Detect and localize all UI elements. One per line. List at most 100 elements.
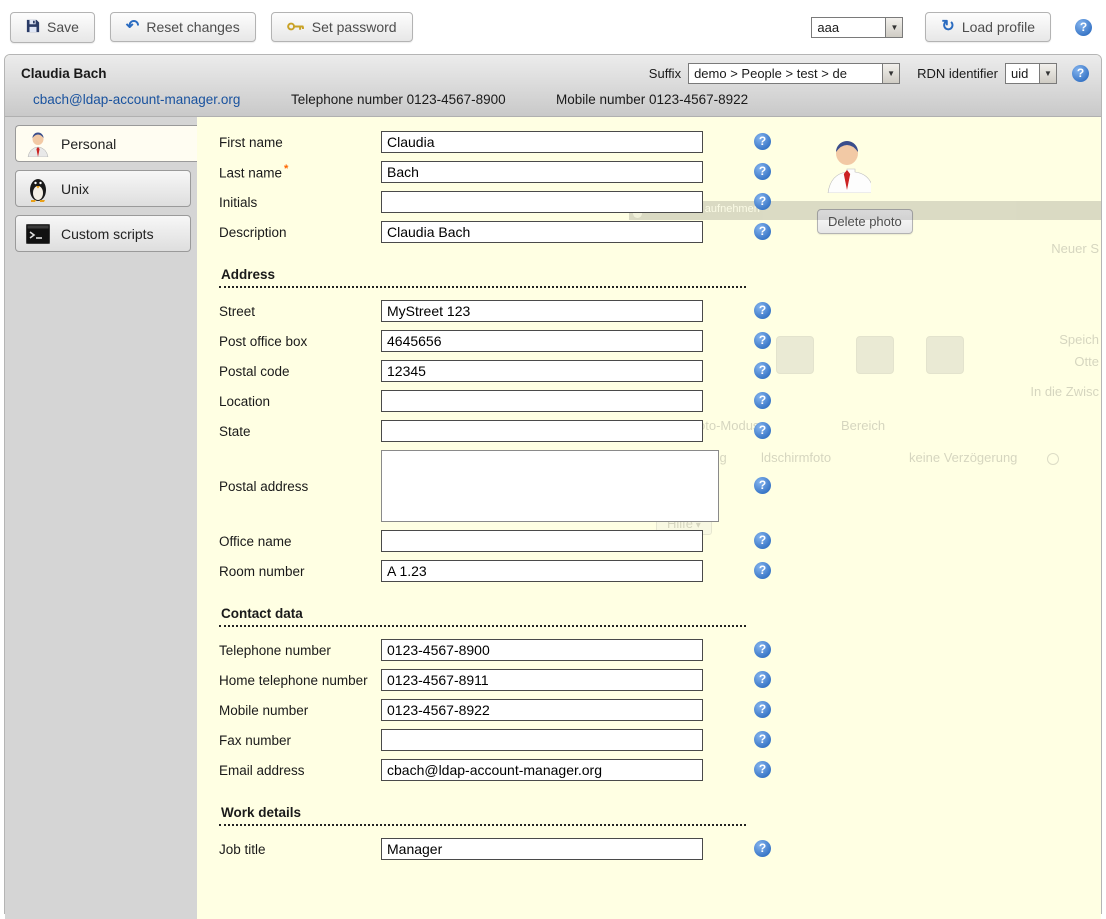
mobile-number-input[interactable] <box>381 699 703 721</box>
chevron-down-icon: ▼ <box>1039 64 1056 83</box>
help-icon[interactable] <box>754 422 771 439</box>
description-input[interactable] <box>381 221 703 243</box>
suffix-label: Suffix <box>649 66 681 81</box>
penguin-icon <box>25 176 51 202</box>
save-icon <box>26 19 40 36</box>
room-number-input[interactable] <box>381 560 703 582</box>
set-password-label: Set password <box>312 19 397 35</box>
help-icon[interactable] <box>754 477 771 494</box>
help-icon[interactable] <box>1072 65 1089 82</box>
help-icon[interactable] <box>754 761 771 778</box>
fax-number-input[interactable] <box>381 729 703 751</box>
help-icon[interactable] <box>754 163 771 180</box>
tab-personal[interactable]: Personal <box>15 125 197 162</box>
office-name-input[interactable] <box>381 530 703 552</box>
tab-custom-scripts-label: Custom scripts <box>61 226 154 242</box>
profile-select-value: aaa <box>812 18 885 37</box>
home-telephone-label: Home telephone number <box>219 673 381 688</box>
last-name-label: Last name* <box>219 163 381 181</box>
rdn-label: RDN identifier <box>917 66 998 81</box>
street-label: Street <box>219 304 381 319</box>
help-icon[interactable] <box>754 532 771 549</box>
field-row: Postal code <box>219 360 1101 382</box>
section-header-contact-data: Contact data <box>219 606 746 627</box>
location-label: Location <box>219 394 381 409</box>
help-icon[interactable] <box>754 392 771 409</box>
undo-icon: ↶ <box>126 19 139 35</box>
reset-changes-button[interactable]: ↶ Reset changes <box>110 12 256 42</box>
load-profile-button[interactable]: ↻ Load profile <box>925 12 1051 42</box>
field-row: Postal address <box>219 450 1101 522</box>
field-row: Post office box <box>219 330 1101 352</box>
tab-unix[interactable]: Unix <box>15 170 191 207</box>
help-icon[interactable] <box>754 133 771 150</box>
postal-code-input[interactable] <box>381 360 703 382</box>
help-icon[interactable] <box>754 701 771 718</box>
help-icon[interactable] <box>754 562 771 579</box>
key-icon <box>287 19 305 35</box>
personal-form: Delete photo schirmfoto aufnehmen Neuer … <box>197 117 1101 919</box>
postal-code-label: Postal code <box>219 364 381 379</box>
help-icon[interactable] <box>754 193 771 210</box>
profile-select[interactable]: aaa ▼ <box>811 17 903 38</box>
last-name-input[interactable] <box>381 161 703 183</box>
header-controls: Suffix demo > People > test > de ▼ RDN i… <box>649 63 1089 84</box>
chevron-down-icon: ▼ <box>882 64 899 83</box>
help-icon[interactable] <box>1075 19 1092 36</box>
save-button[interactable]: Save <box>10 12 95 43</box>
first-name-input[interactable] <box>381 131 703 153</box>
help-icon[interactable] <box>754 840 771 857</box>
account-header-row1: Claudia Bach Suffix demo > People > test… <box>5 55 1101 89</box>
section-header-address: Address <box>219 267 746 288</box>
field-row: Home telephone number <box>219 669 1101 691</box>
job-title-input[interactable] <box>381 838 703 860</box>
telephone-label: Telephone number <box>219 643 381 658</box>
postal-address-textarea[interactable] <box>381 450 719 522</box>
first-name-label: First name <box>219 135 381 150</box>
field-row: Email address <box>219 759 1101 781</box>
initials-input[interactable] <box>381 191 703 213</box>
ghost-text: Neuer S <box>1051 241 1099 256</box>
suffix-select-value: demo > People > test > de <box>689 64 882 83</box>
email-link[interactable]: cbach@ldap-account-manager.org <box>33 92 291 107</box>
account-body: Personal Unix Custom scripts <box>5 117 1101 919</box>
set-password-button[interactable]: Set password <box>271 12 413 42</box>
email-address-input[interactable] <box>381 759 703 781</box>
field-row: Fax number <box>219 729 1101 751</box>
home-telephone-input[interactable] <box>381 669 703 691</box>
account-header-row2: cbach@ldap-account-manager.org Telephone… <box>5 89 1101 116</box>
section-header-work-details: Work details <box>219 805 746 826</box>
header-telephone: Telephone number 0123-4567-8900 <box>291 92 556 107</box>
tab-unix-label: Unix <box>61 181 89 197</box>
toolbar: Save ↶ Reset changes Set password aaa ▼ … <box>0 0 1106 54</box>
tab-custom-scripts[interactable]: Custom scripts <box>15 215 191 252</box>
office-name-label: Office name <box>219 534 381 549</box>
rdn-select[interactable]: uid ▼ <box>1005 63 1057 84</box>
field-row: Description <box>219 221 1101 243</box>
state-input[interactable] <box>381 420 703 442</box>
field-row: Job title <box>219 838 1101 860</box>
help-icon[interactable] <box>754 223 771 240</box>
tab-personal-label: Personal <box>61 136 116 152</box>
person-icon <box>25 131 51 157</box>
account-header: Claudia Bach Suffix demo > People > test… <box>5 55 1101 117</box>
help-icon[interactable] <box>754 671 771 688</box>
help-icon[interactable] <box>754 332 771 349</box>
street-input[interactable] <box>381 300 703 322</box>
telephone-input[interactable] <box>381 639 703 661</box>
account-frame: Claudia Bach Suffix demo > People > test… <box>4 54 1102 914</box>
last-name-label-text: Last name <box>219 166 282 181</box>
chevron-down-icon: ▼ <box>885 18 902 37</box>
field-row: Street <box>219 300 1101 322</box>
help-icon[interactable] <box>754 302 771 319</box>
help-icon[interactable] <box>754 641 771 658</box>
help-icon[interactable] <box>754 731 771 748</box>
location-input[interactable] <box>381 390 703 412</box>
post-office-box-input[interactable] <box>381 330 703 352</box>
postal-address-label: Postal address <box>219 479 381 494</box>
required-marker: * <box>284 163 288 175</box>
help-icon[interactable] <box>754 362 771 379</box>
description-label: Description <box>219 225 381 240</box>
suffix-select[interactable]: demo > People > test > de ▼ <box>688 63 900 84</box>
post-office-box-label: Post office box <box>219 334 381 349</box>
